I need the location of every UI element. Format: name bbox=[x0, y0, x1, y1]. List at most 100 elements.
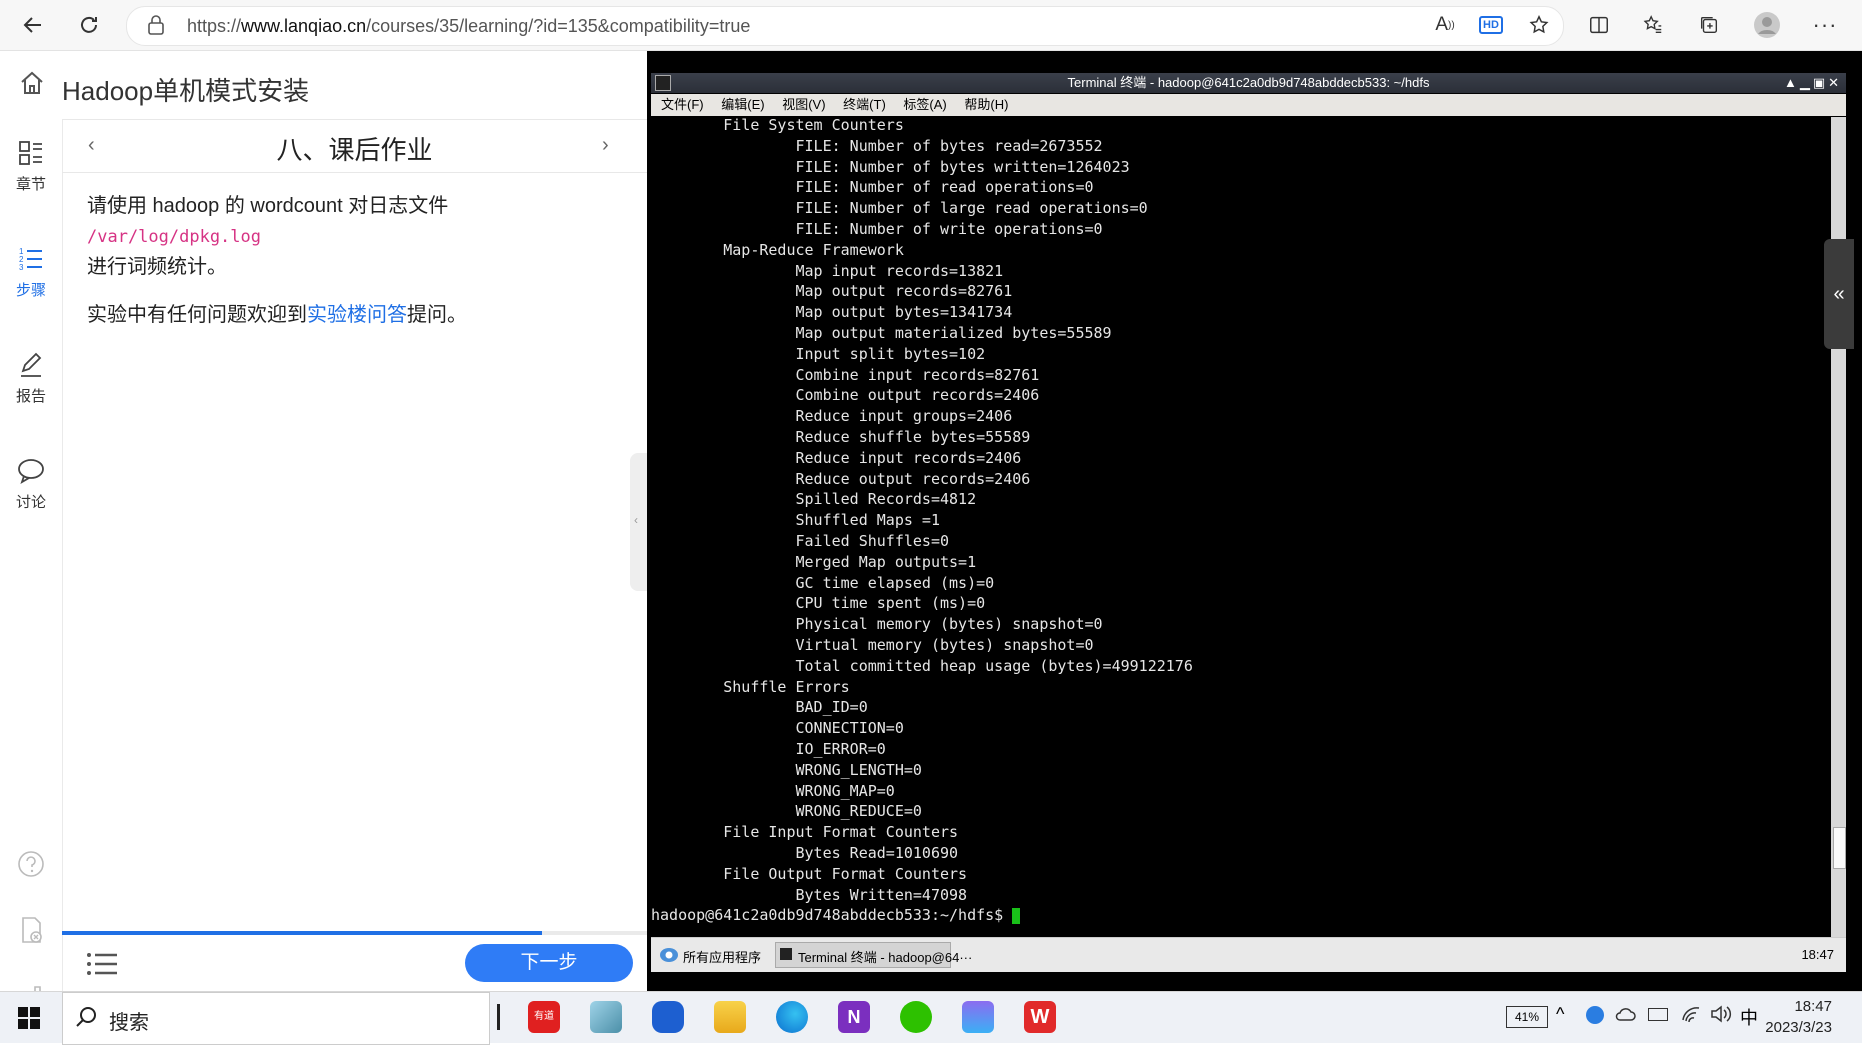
windows-start-icon[interactable] bbox=[18, 1007, 40, 1034]
photos-app-icon[interactable] bbox=[962, 1001, 994, 1033]
terminal-task-button[interactable]: Terminal 终端 - hadoop@64··· bbox=[775, 942, 972, 968]
add-favorite-icon[interactable] bbox=[1522, 8, 1556, 42]
lock-icon[interactable] bbox=[147, 15, 165, 40]
wps-office-icon[interactable]: W bbox=[1024, 1001, 1056, 1033]
rail-steps[interactable]: 123 步骤 bbox=[0, 245, 62, 300]
document-icon[interactable] bbox=[16, 915, 46, 950]
taskbar-clock[interactable]: 18:47 2023/3/23 bbox=[1765, 996, 1832, 1038]
help-icon[interactable] bbox=[16, 849, 46, 884]
wechat-icon[interactable] bbox=[900, 1001, 932, 1033]
terminal-line: IO_ERROR=0 bbox=[651, 740, 886, 758]
terminal-line: WRONG_MAP=0 bbox=[651, 781, 895, 800]
chevron-up-icon[interactable]: ^ bbox=[1556, 1004, 1564, 1025]
menu-help[interactable]: 帮助(H) bbox=[964, 94, 1008, 116]
steps-icon: 123 bbox=[0, 245, 62, 279]
taskbar-search[interactable]: 搜索 bbox=[62, 992, 490, 1045]
expand-sidebar-button[interactable]: « bbox=[1824, 239, 1854, 349]
refresh-icon[interactable] bbox=[72, 8, 106, 42]
desktop-panel: 所有应用程序 Terminal 终端 - hadoop@64··· 18:47 bbox=[651, 937, 1846, 972]
terminal-line: Shuffled Maps =1 bbox=[651, 511, 940, 530]
next-step-icon[interactable]: › bbox=[602, 134, 609, 157]
terminal-line: BAD_ID=0 bbox=[651, 698, 868, 717]
home-icon[interactable] bbox=[18, 69, 46, 102]
terminal-titlebar: Terminal 终端 - hadoop@641c2a0db9d748abdde… bbox=[651, 73, 1846, 93]
chapters-icon bbox=[0, 139, 62, 173]
profile-avatar-icon[interactable] bbox=[1750, 8, 1784, 42]
terminal-line: Combine input records=82761 bbox=[651, 365, 1040, 384]
terminal-line: Bytes Read=1010690 bbox=[651, 844, 959, 862]
terminal-line: CPU time spent (ms)=0 bbox=[651, 594, 986, 613]
terminal-line: Map input records=13821 bbox=[651, 261, 1004, 280]
clock-date: 2023/3/23 bbox=[1765, 1019, 1832, 1036]
menu-terminal[interactable]: 终端(T) bbox=[843, 94, 886, 116]
terminal-task-label: Terminal 终端 - hadoop@64··· bbox=[798, 950, 973, 965]
window-controls-icon[interactable]: ▲▁▣✕ bbox=[1784, 73, 1842, 93]
back-icon[interactable] bbox=[16, 8, 50, 42]
terminal-line: Reduce shuffle bytes=55589 bbox=[651, 428, 1031, 446]
side-rail: 章节 123 步骤 报告 讨论 bbox=[0, 119, 63, 1008]
next-step-button[interactable]: 下一步 bbox=[465, 944, 633, 982]
terminal-line: Input split bytes=102 bbox=[651, 344, 986, 363]
edge-browser-icon[interactable] bbox=[776, 1001, 808, 1033]
rail-chapters-label: 章节 bbox=[15, 176, 46, 193]
terminal-line: GC time elapsed (ms)=0 bbox=[651, 573, 995, 592]
terminal-output[interactable]: File System Counters FILE: Number of byt… bbox=[651, 117, 1831, 937]
read-aloud-icon[interactable]: A)) bbox=[1428, 8, 1462, 42]
terminal-line: Physical memory (bytes) snapshot=0 bbox=[651, 615, 1103, 634]
wifi-icon[interactable] bbox=[1680, 1004, 1702, 1029]
terminal-line: WRONG_REDUCE=0 bbox=[651, 802, 922, 821]
rail-discussion-label: 讨论 bbox=[15, 494, 46, 511]
collapse-panel-handle[interactable]: ‹ bbox=[630, 453, 647, 591]
address-bar[interactable]: https://www.lanqiao.cn/courses/35/learni… bbox=[126, 6, 1564, 46]
menu-tabs[interactable]: 标签(A) bbox=[903, 94, 946, 116]
file-explorer-icon[interactable] bbox=[714, 1001, 746, 1033]
terminal-line: Shuffle Errors bbox=[651, 677, 850, 696]
rail-steps-label: 步骤 bbox=[15, 282, 46, 299]
tray-app-icon[interactable] bbox=[1586, 1006, 1604, 1024]
terminal-line: FILE: Number of bytes read=2673552 bbox=[651, 136, 1103, 155]
step-progress-bar bbox=[62, 931, 542, 935]
instruction-text: 请使用 hadoop 的 wordcount 对日志文件 bbox=[87, 195, 449, 217]
terminal-line: FILE: Number of bytes written=1264023 bbox=[651, 157, 1130, 176]
menu-file[interactable]: 文件(F) bbox=[661, 94, 704, 116]
all-apps-label[interactable]: 所有应用程序 bbox=[683, 947, 761, 966]
menu-edit[interactable]: 编辑(E) bbox=[721, 94, 764, 116]
more-menu-icon[interactable]: ··· bbox=[1808, 8, 1842, 42]
battery-icon[interactable] bbox=[1648, 1008, 1668, 1021]
list-menu-icon[interactable] bbox=[86, 951, 118, 982]
rail-chapters[interactable]: 章节 bbox=[0, 139, 62, 194]
terminal-line: Combine output records=2406 bbox=[651, 386, 1040, 405]
help-text-end: 提问。 bbox=[407, 304, 467, 326]
help-paragraph: 实验中有任何问题欢迎到实验楼问答提问。 bbox=[87, 300, 627, 330]
terminal-line: File Output Format Counters bbox=[651, 864, 968, 883]
terminal-line: Reduce input records=2406 bbox=[651, 448, 1022, 467]
youdao-app-icon[interactable]: 有道 bbox=[528, 1001, 560, 1033]
battery-indicator[interactable]: 41% bbox=[1506, 1006, 1548, 1028]
favorites-icon[interactable] bbox=[1636, 8, 1670, 42]
rail-discussion[interactable]: 讨论 bbox=[0, 457, 62, 512]
notes-app-icon[interactable] bbox=[590, 1001, 622, 1033]
terminal-line: File Input Format Counters bbox=[651, 823, 959, 842]
chat-bubble-icon bbox=[0, 457, 62, 491]
ime-indicator[interactable]: 中 bbox=[1740, 1004, 1758, 1030]
clock-time: 18:47 bbox=[1794, 998, 1832, 1015]
menu-view[interactable]: 视图(V) bbox=[782, 94, 825, 116]
split-screen-icon[interactable] bbox=[1582, 8, 1616, 42]
rail-report[interactable]: 报告 bbox=[0, 351, 62, 406]
collections-icon[interactable] bbox=[1692, 8, 1726, 42]
course-panel: Hadoop单机模式安装 章节 123 步骤 报告 讨论 ‹ 八、课后作业 › … bbox=[0, 51, 647, 1008]
terminal-line: Map-Reduce Framework bbox=[651, 240, 904, 259]
onenote-icon[interactable]: N bbox=[838, 1001, 870, 1033]
terminal-line: Total committed heap usage (bytes)=49912… bbox=[651, 656, 1193, 675]
svg-text:3: 3 bbox=[19, 263, 24, 272]
rail-report-label: 报告 bbox=[15, 388, 46, 405]
scrollbar-thumb[interactable] bbox=[1833, 827, 1846, 869]
volume-icon[interactable] bbox=[1710, 1004, 1732, 1029]
hd-icon[interactable]: HD bbox=[1474, 8, 1508, 42]
lenovo-app-icon[interactable] bbox=[652, 1001, 684, 1033]
cloud-icon[interactable] bbox=[1614, 1004, 1636, 1029]
terminal-menubar: 文件(F) 编辑(E) 视图(V) 终端(T) 标签(A) 帮助(H) bbox=[651, 94, 1846, 116]
remote-desktop: Terminal 终端 - hadoop@641c2a0db9d748abdde… bbox=[647, 51, 1862, 991]
qa-link[interactable]: 实验楼问答 bbox=[307, 304, 407, 326]
apps-menu-icon[interactable] bbox=[659, 946, 679, 967]
